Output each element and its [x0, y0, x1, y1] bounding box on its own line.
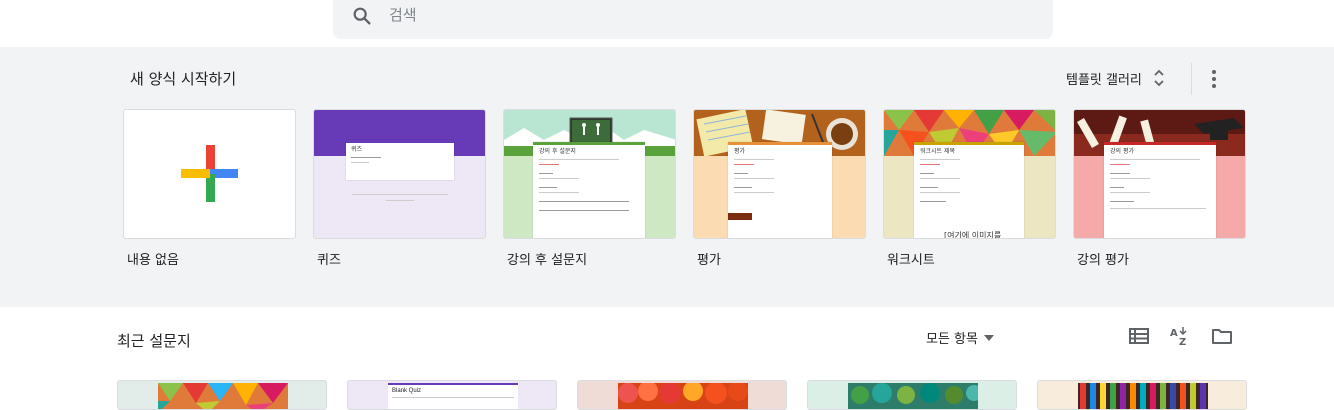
- form-thumbnail-preview: Blank Quiz: [388, 383, 518, 409]
- preview-line: [920, 178, 960, 179]
- preview-line: [539, 178, 579, 179]
- top-bar: [0, 0, 1334, 47]
- preview-line: [1110, 173, 1130, 174]
- search-input[interactable]: [389, 4, 989, 26]
- evaluation-preview-title: 평가: [734, 148, 746, 155]
- preview-line: [1110, 192, 1150, 193]
- preview-line: [539, 192, 579, 193]
- preview-line: [1110, 159, 1200, 160]
- preview-line: [352, 194, 448, 195]
- preview-line: [1110, 208, 1206, 209]
- list-view-icon[interactable]: [1128, 325, 1150, 347]
- caret-down-icon: [983, 334, 994, 341]
- preview-line: [734, 187, 752, 188]
- template-label-evaluation: 평가: [697, 253, 721, 268]
- preview-line: [734, 178, 774, 179]
- worksheet-preview-form: 워크시트 제목 [여기에 이미지를: [914, 142, 1024, 239]
- preview-line: [539, 159, 619, 160]
- template-label-worksheet: 워크시트: [887, 253, 935, 268]
- template-card-course-evaluation[interactable]: 강의 평가: [1073, 109, 1246, 239]
- form-thumbnail-image: [158, 383, 288, 409]
- preview-line: [539, 173, 553, 174]
- preview-line: [734, 192, 774, 193]
- template-card-evaluation[interactable]: 평가: [693, 109, 866, 239]
- template-label-blank: 내용 없음: [127, 253, 179, 268]
- survey-preview-title: 강의 후 설문지: [539, 148, 576, 155]
- svg-text:A: A: [1170, 328, 1178, 339]
- search-icon: [353, 7, 371, 25]
- preview-line: [734, 164, 754, 165]
- form-thumbnail-title: Blank Quiz: [392, 388, 422, 394]
- header-divider: [1191, 63, 1192, 95]
- recent-form-card[interactable]: [577, 380, 787, 410]
- form-thumbnail-image: [1078, 383, 1208, 409]
- preview-line: [920, 187, 938, 188]
- more-vert-icon[interactable]: [1204, 67, 1224, 91]
- folder-icon[interactable]: [1211, 325, 1233, 347]
- preview-line: [1110, 178, 1150, 179]
- recent-form-card[interactable]: [1037, 380, 1247, 410]
- preview-line: [734, 159, 774, 160]
- svg-text:Z: Z: [1179, 337, 1186, 347]
- preview-line: [539, 187, 557, 188]
- preview-line: [920, 173, 934, 174]
- course-evaluation-preview-title: 강의 평가: [1110, 148, 1134, 155]
- search-box[interactable]: [333, 0, 1053, 39]
- preview-line: [351, 162, 369, 163]
- worksheet-preview-footer: [여기에 이미지를: [944, 231, 1002, 239]
- preview-line: [1110, 164, 1130, 165]
- worksheet-preview-title: 워크시트 제목: [920, 148, 956, 155]
- evaluation-preview-form: 평가: [728, 142, 832, 238]
- template-card-survey[interactable]: 강의 후 설문지: [503, 109, 676, 239]
- template-label-quiz: 퀴즈: [317, 253, 341, 268]
- form-thumbnail-image: [618, 383, 748, 409]
- template-section: 새 양식 시작하기 템플릿 갤러리 내용 없음 퀴즈 퀴즈 강의 후 설문지 강…: [0, 47, 1334, 307]
- template-gallery-label: 템플릿 갤러리: [1066, 72, 1142, 88]
- preview-line: [734, 173, 748, 174]
- survey-preview-form: 강의 후 설문지: [533, 142, 645, 238]
- plus-icon: [181, 145, 238, 202]
- recent-forms-title: 최근 설문지: [117, 332, 191, 350]
- preview-line: [386, 200, 414, 201]
- preview-line: [539, 201, 629, 202]
- preview-line: [920, 159, 960, 160]
- quiz-preview-title: 퀴즈: [351, 146, 363, 153]
- owner-filter-label: 모든 항목: [926, 332, 978, 347]
- owner-filter-dropdown[interactable]: 모든 항목: [926, 328, 994, 347]
- sort-az-icon[interactable]: A Z: [1169, 325, 1191, 347]
- preview-line: [351, 157, 381, 158]
- template-card-worksheet[interactable]: 워크시트 제목 [여기에 이미지를: [883, 109, 1056, 239]
- preview-line: [920, 164, 940, 165]
- template-card-quiz[interactable]: 퀴즈: [313, 109, 486, 239]
- template-label-course-evaluation: 강의 평가: [1077, 253, 1129, 268]
- preview-line: [920, 201, 946, 202]
- preview-line: [1110, 187, 1124, 188]
- course-evaluation-preview-form: 강의 평가: [1104, 142, 1216, 238]
- template-card-blank[interactable]: [123, 109, 296, 239]
- template-label-survey: 강의 후 설문지: [507, 253, 588, 268]
- preview-line: [539, 164, 559, 165]
- recent-form-card[interactable]: [807, 380, 1017, 410]
- recent-form-card[interactable]: Blank Quiz: [347, 380, 557, 410]
- unfold-icon: [1154, 69, 1164, 87]
- preview-line: [539, 210, 629, 211]
- template-gallery-button[interactable]: 템플릿 갤러리: [1066, 68, 1166, 88]
- evaluation-section-tag: [728, 213, 752, 220]
- preview-line: [920, 192, 960, 193]
- quiz-preview-form: 퀴즈: [346, 140, 454, 180]
- template-section-title: 새 양식 시작하기: [130, 70, 237, 88]
- form-thumbnail-image: [848, 383, 978, 409]
- preview-line: [392, 397, 514, 398]
- preview-line: [1110, 201, 1134, 202]
- recent-form-card[interactable]: [117, 380, 327, 410]
